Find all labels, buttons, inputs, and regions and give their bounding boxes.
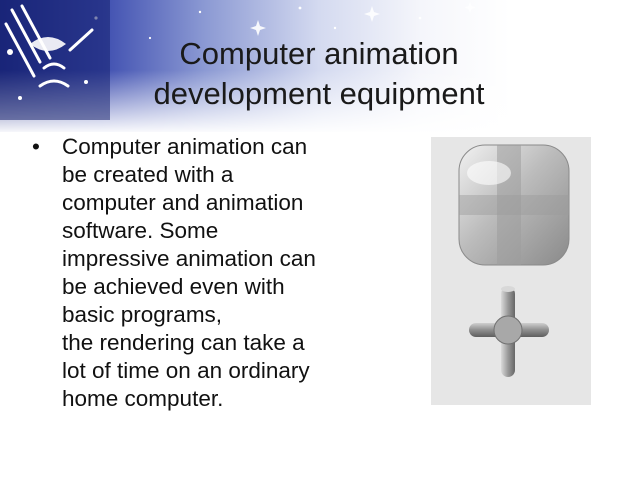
bullet-text: Computer animation can be created with a… (62, 134, 316, 411)
3d-rendered-cube-and-cross-image (458, 144, 570, 377)
rendered-objects-image (431, 137, 591, 405)
bullet-list: • Computer animation can be created with… (28, 133, 398, 413)
bullet-item: • Computer animation can be created with… (28, 133, 398, 413)
bullet-icon: • (32, 134, 40, 159)
slide-title-line1: Computer animation (179, 36, 459, 71)
slide: Computer animation development equipment… (0, 0, 638, 478)
slide-title-line2: development equipment (153, 76, 485, 111)
slide-title: Computer animation development equipment (80, 34, 558, 114)
